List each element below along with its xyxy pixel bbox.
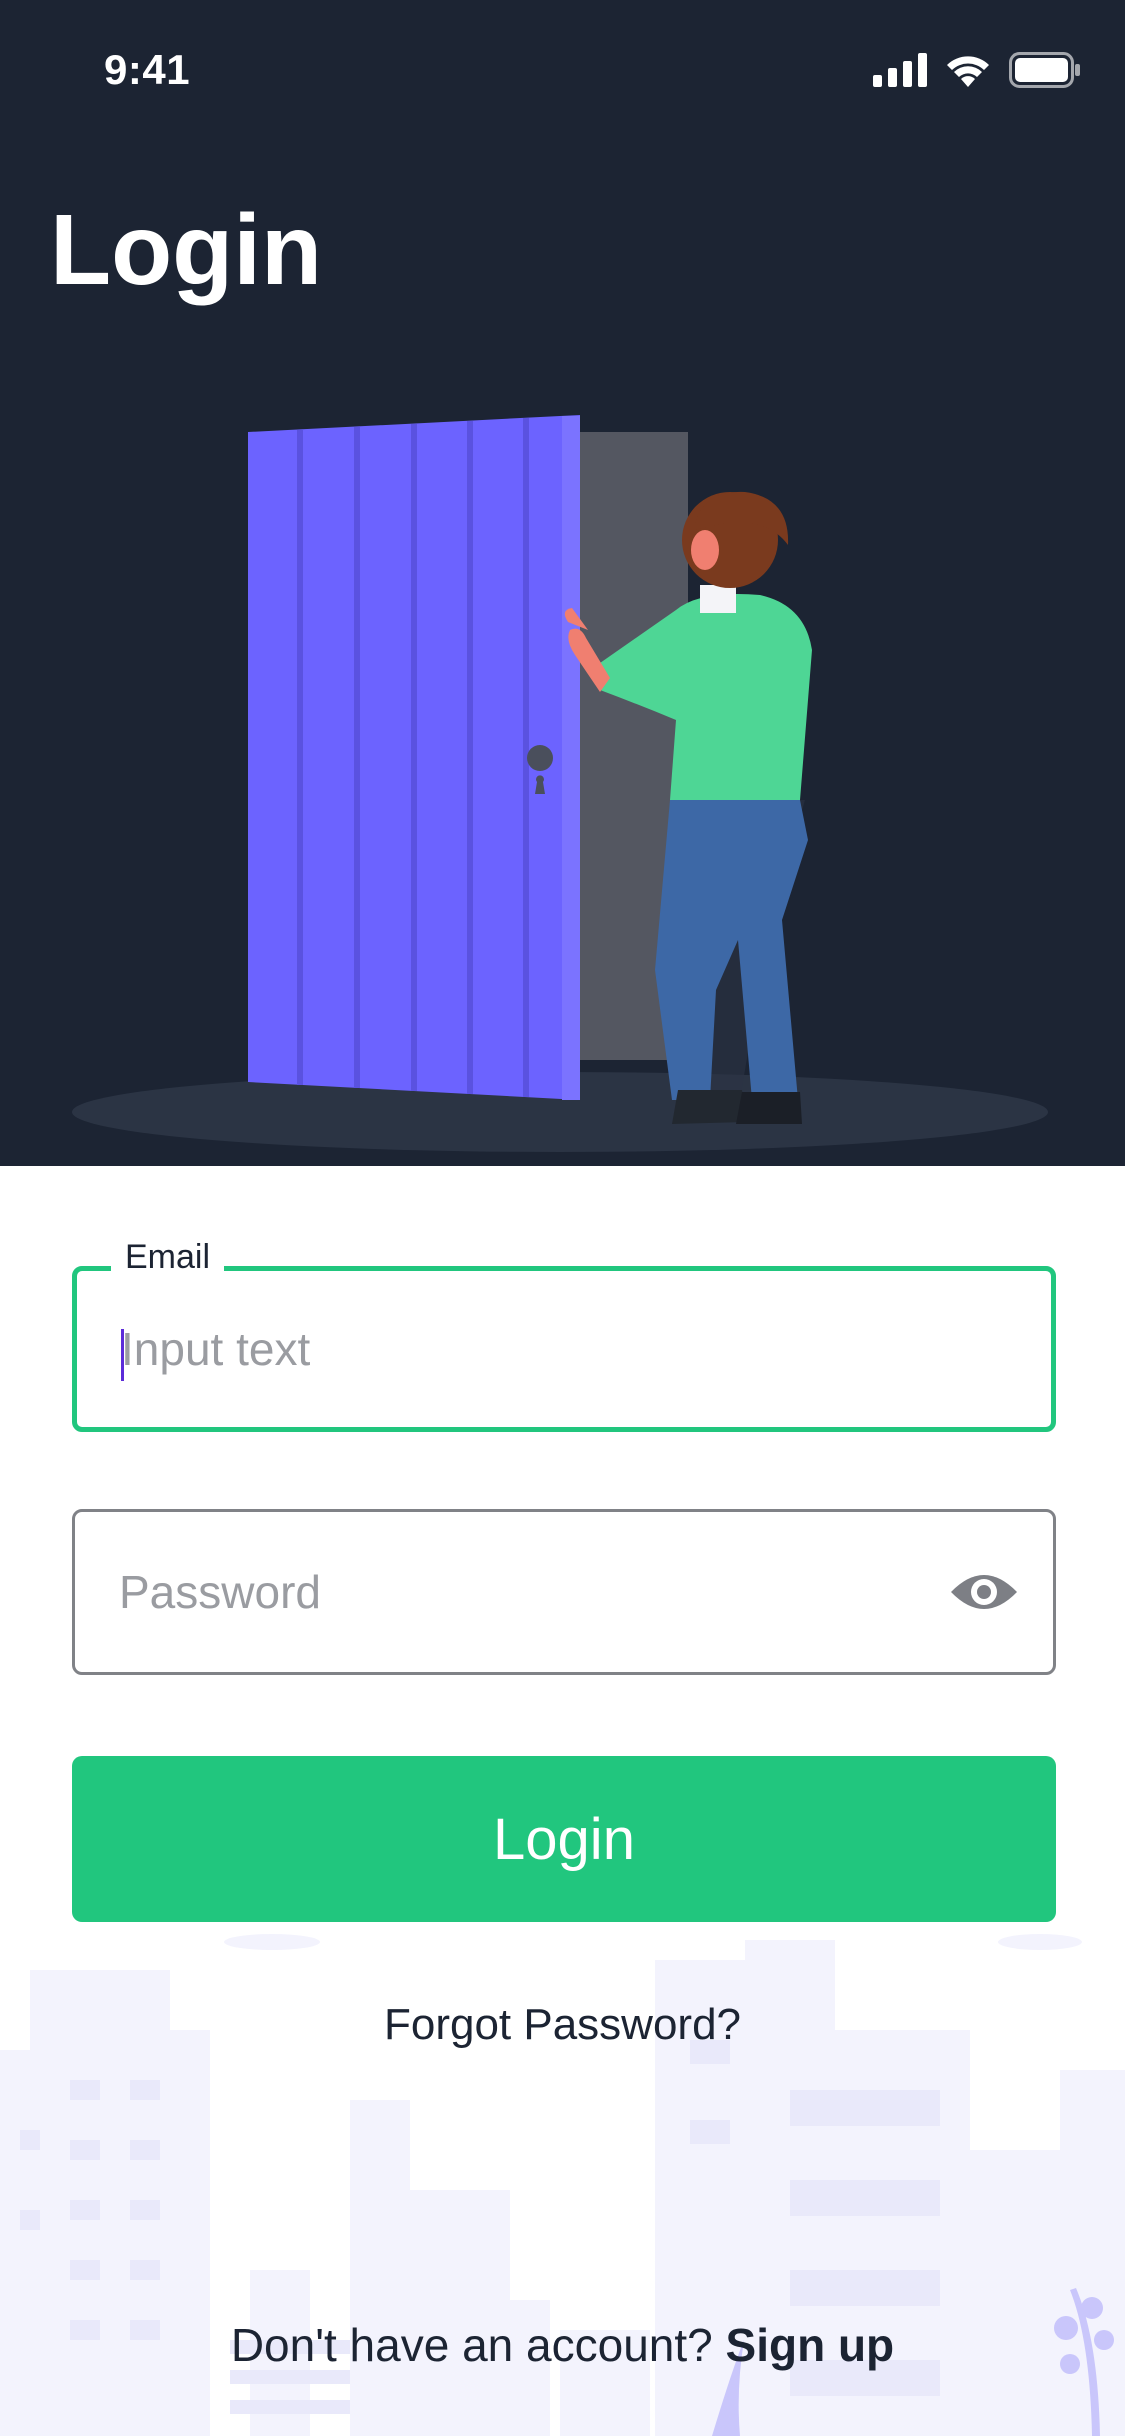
eye-icon[interactable]	[949, 1564, 1019, 1620]
password-field[interactable]	[72, 1509, 1056, 1675]
status-icons	[873, 50, 1081, 90]
door-knob	[527, 745, 553, 771]
signup-link[interactable]: Sign up	[726, 2319, 895, 2371]
signal-icon	[873, 53, 927, 87]
hero-section: 9:41 Login	[0, 0, 1125, 1166]
password-input[interactable]	[119, 1512, 979, 1672]
email-field[interactable]: Email	[72, 1237, 1056, 1432]
forgot-password-link[interactable]: Forgot Password?	[0, 2000, 1125, 2050]
wifi-icon	[947, 56, 989, 87]
status-bar: 9:41	[0, 0, 1125, 140]
signup-prompt: Don't have an account?	[230, 2319, 713, 2371]
signup-row: Don't have an account? Sign up	[0, 2318, 1125, 2372]
login-button[interactable]: Login	[72, 1756, 1056, 1922]
door-illustration	[72, 415, 1048, 1152]
battery-icon	[1009, 52, 1080, 88]
page-title: Login	[50, 194, 323, 306]
status-time: 9:41	[104, 46, 191, 93]
email-input[interactable]	[121, 1271, 981, 1427]
